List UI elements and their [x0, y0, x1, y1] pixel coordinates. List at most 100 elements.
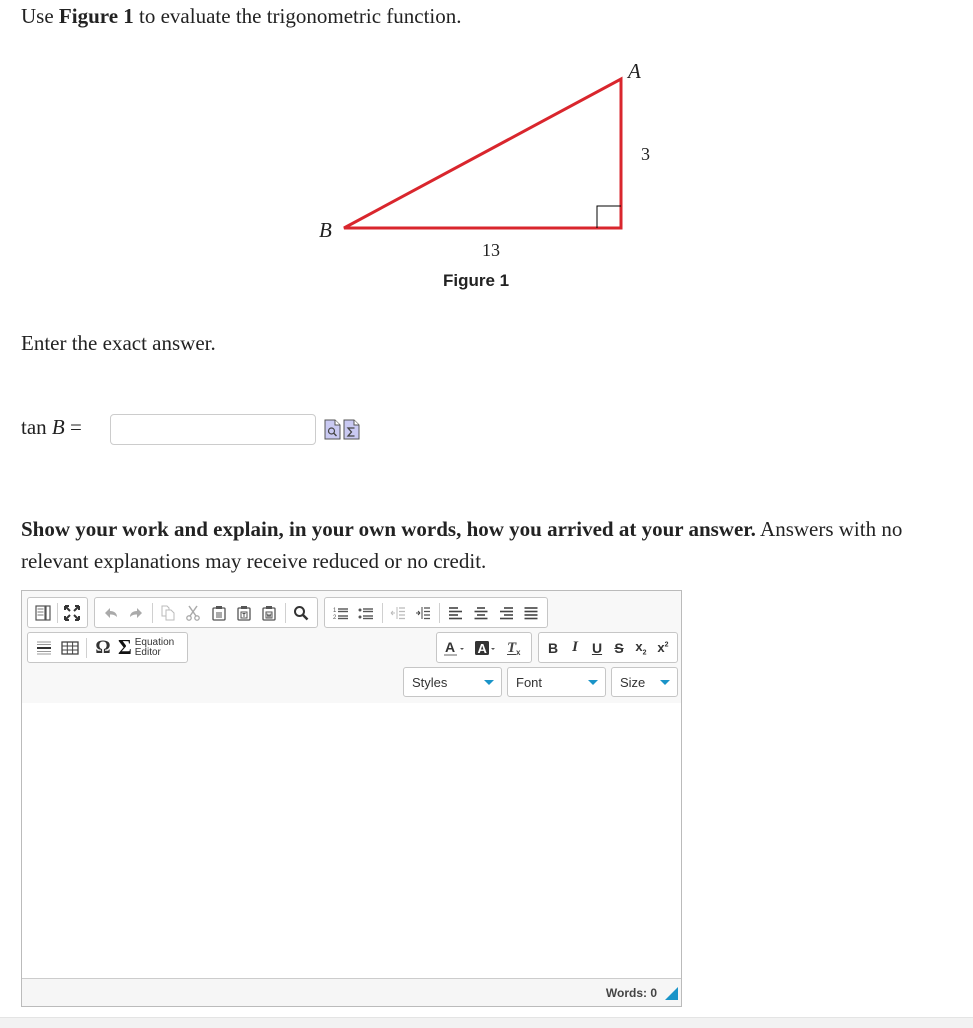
show-blocks-button[interactable]	[33, 602, 52, 624]
decrease-indent-button[interactable]	[388, 602, 409, 624]
copy-button[interactable]	[158, 602, 179, 624]
page-bottom-bar	[0, 1017, 973, 1028]
question-instruction: Use Figure 1 to evaluate the trigonometr…	[21, 4, 462, 28]
paste-as-text-button[interactable]	[233, 602, 254, 624]
redo-icon	[129, 607, 142, 618]
answer-input[interactable]	[110, 414, 316, 445]
numbered-list-icon: 12	[333, 608, 348, 621]
sigma-icon: Σ	[118, 635, 132, 659]
paste-icon	[212, 605, 226, 621]
omega-icon: Ω	[95, 636, 111, 658]
italic-button[interactable]: I	[566, 637, 584, 659]
remove-format-button[interactable]: Tx	[505, 637, 526, 659]
justify-icon	[524, 606, 538, 619]
toolbar-group-view	[27, 597, 88, 628]
table-icon	[61, 640, 79, 655]
cut-icon	[186, 605, 201, 621]
rich-text-editor: 12 Ω Σ Equation Editor A A T x B I U S x…	[21, 590, 682, 1007]
align-right-icon	[500, 606, 514, 619]
right-angle-marker	[596, 205, 621, 228]
preview-icon[interactable]	[324, 419, 341, 440]
paste-button[interactable]	[208, 602, 229, 624]
align-right-button[interactable]	[496, 602, 517, 624]
toolbar-separator	[284, 602, 286, 623]
increase-indent-icon	[416, 606, 431, 619]
redo-button[interactable]	[125, 602, 146, 624]
background-color-button[interactable]: A	[473, 637, 500, 659]
superscript-button[interactable]: x2	[654, 637, 672, 659]
table-button[interactable]	[59, 637, 81, 659]
search-icon	[294, 605, 309, 620]
toolbar-group-clipboard	[94, 597, 318, 628]
superscript-icon: x2	[657, 640, 669, 655]
show-blocks-icon	[34, 604, 51, 621]
paste-from-word-button[interactable]	[259, 602, 280, 624]
size-dropdown[interactable]: Size	[611, 667, 678, 697]
figure-caption: Figure 1	[443, 271, 510, 290]
toolbar-separator	[439, 602, 440, 623]
toolbar-group-paragraph: 12	[324, 597, 548, 628]
answer-label: tan B =	[21, 415, 82, 439]
toolbar-group-insert: Ω Σ Equation Editor	[27, 632, 188, 663]
subscript-button[interactable]: x2	[632, 637, 650, 659]
toolbar-separator	[57, 602, 58, 623]
toolbar-separator	[86, 637, 87, 658]
maximize-button[interactable]	[63, 602, 82, 624]
subscript-icon: x2	[635, 638, 647, 657]
font-dropdown[interactable]: Font	[507, 667, 606, 697]
bulleted-list-icon	[358, 607, 373, 619]
horizontal-line-button[interactable]	[33, 637, 55, 659]
toolbar-separator	[381, 602, 383, 623]
equation-icon[interactable]	[343, 419, 360, 440]
chevron-down-icon	[588, 680, 598, 685]
horizontal-line-icon	[37, 641, 51, 654]
triangle	[343, 76, 623, 230]
enter-exact-answer-text: Enter the exact answer.	[21, 331, 216, 355]
chevron-down-icon	[660, 680, 670, 685]
word-count: Words: 0	[605, 986, 657, 1000]
editor-status-bar: Words: 0	[22, 979, 681, 1006]
align-center-button[interactable]	[470, 602, 491, 624]
svg-text:1: 1	[333, 608, 337, 614]
undo-button[interactable]	[100, 602, 121, 624]
increase-indent-button[interactable]	[413, 602, 434, 624]
svg-text:x: x	[516, 648, 521, 656]
text-color-button[interactable]: A	[442, 637, 469, 659]
find-button[interactable]	[291, 602, 312, 624]
justify-button[interactable]	[521, 602, 542, 624]
undo-icon	[104, 607, 117, 618]
background-color-icon: A	[474, 640, 495, 656]
align-center-icon	[474, 606, 488, 619]
bold-button[interactable]: B	[544, 637, 562, 659]
decrease-indent-icon	[390, 606, 406, 619]
copy-icon	[161, 605, 175, 620]
align-left-button[interactable]	[445, 602, 466, 624]
figure-reference: Figure 1	[58, 4, 134, 28]
bulleted-list-button[interactable]	[355, 602, 376, 624]
equation-editor-button[interactable]: Σ Equation Editor	[116, 635, 174, 660]
italic-icon: I	[572, 639, 578, 655]
strikethrough-icon: S	[614, 639, 624, 656]
styles-dropdown[interactable]: Styles	[403, 667, 502, 697]
underline-icon: U	[591, 639, 603, 656]
cut-button[interactable]	[183, 602, 204, 624]
triangle-figure: A B 3 13	[319, 59, 650, 260]
paste-from-word-icon	[262, 605, 276, 621]
editor-content-area[interactable]	[22, 703, 681, 979]
side-label-horizontal: 13	[482, 240, 500, 260]
toolbar-separator	[151, 602, 153, 623]
editor-toolbar: 12 Ω Σ Equation Editor A A T x B I U S x…	[22, 591, 681, 704]
resize-handle-icon[interactable]	[665, 987, 678, 1000]
bold-icon: B	[547, 639, 559, 656]
strikethrough-button[interactable]: S	[610, 637, 628, 659]
vertex-label-a: A	[626, 59, 641, 83]
special-character-button[interactable]: Ω	[92, 637, 114, 659]
maximize-icon	[64, 604, 81, 621]
numbered-list-button[interactable]: 12	[330, 602, 351, 624]
chevron-down-icon	[484, 680, 494, 685]
svg-text:A: A	[445, 640, 455, 655]
remove-format-icon: Tx	[507, 640, 521, 656]
svg-text:A: A	[477, 641, 487, 656]
toolbar-group-colors: A A Tx	[436, 632, 532, 663]
underline-button[interactable]: U	[588, 637, 606, 659]
